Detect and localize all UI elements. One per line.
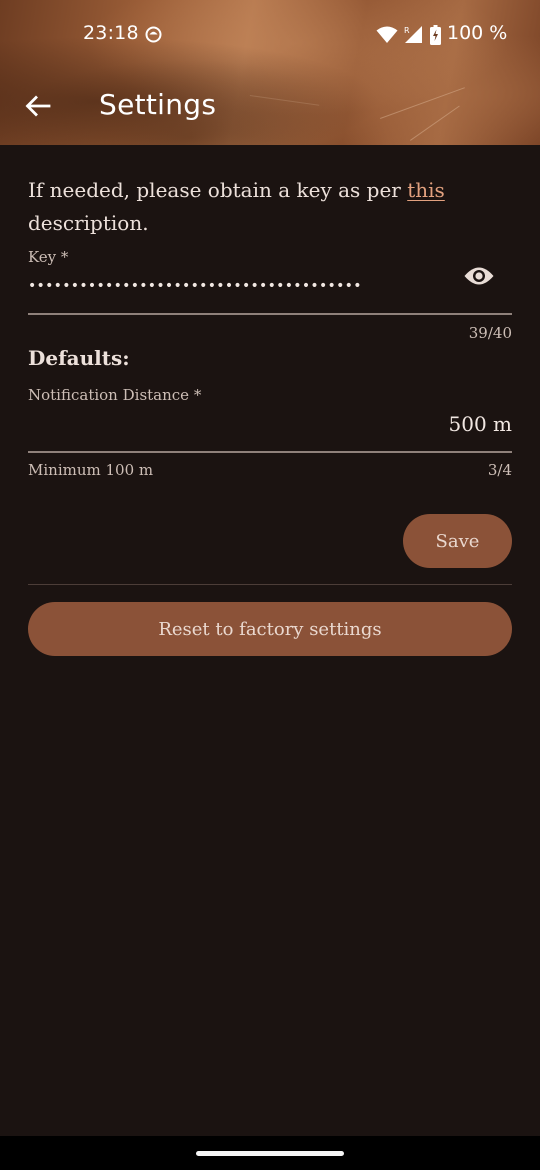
status-bar: 23:18 R 100 % xyxy=(0,0,540,70)
eye-icon xyxy=(463,265,495,291)
distance-helper-text: Minimum 100 m xyxy=(28,461,154,479)
intro-text-before: If needed, please obtain a key as per xyxy=(28,178,408,202)
divider xyxy=(28,584,512,585)
key-field-label: Key * xyxy=(28,248,69,266)
save-button[interactable]: Save xyxy=(403,514,512,568)
distance-field-label: Notification Distance * xyxy=(28,386,202,404)
home-gesture-handle[interactable] xyxy=(196,1151,344,1156)
key-field-underline xyxy=(28,313,512,315)
app-notification-icon xyxy=(145,26,162,43)
page-title: Settings xyxy=(99,88,217,121)
distance-char-counter: 3/4 xyxy=(487,461,512,479)
signal-roaming-icon: R xyxy=(403,25,423,44)
reset-factory-settings-button[interactable]: Reset to factory settings xyxy=(28,602,512,656)
battery-percentage: 100 % xyxy=(447,22,508,44)
key-input[interactable]: ••••••••••••••••••••••••••••••••••••••• xyxy=(28,278,362,294)
navigation-bar xyxy=(0,1136,540,1170)
notification-distance-input[interactable]: 500 m xyxy=(449,412,513,436)
description-link[interactable]: this xyxy=(407,178,445,202)
svg-text:R: R xyxy=(404,26,410,35)
intro-text-after: description. xyxy=(28,211,149,235)
app-bar: Settings xyxy=(0,70,540,145)
arrow-back-icon xyxy=(25,95,51,121)
intro-text: If needed, please obtain a key as per th… xyxy=(28,174,508,240)
distance-field-underline xyxy=(28,451,512,453)
toggle-visibility-button[interactable] xyxy=(461,260,497,296)
back-button[interactable] xyxy=(18,88,58,128)
status-time: 23:18 xyxy=(83,22,139,44)
key-char-counter: 39/40 xyxy=(468,324,512,342)
defaults-section-title: Defaults: xyxy=(28,346,130,370)
wifi-icon xyxy=(376,26,398,44)
battery-charging-icon xyxy=(430,25,441,45)
